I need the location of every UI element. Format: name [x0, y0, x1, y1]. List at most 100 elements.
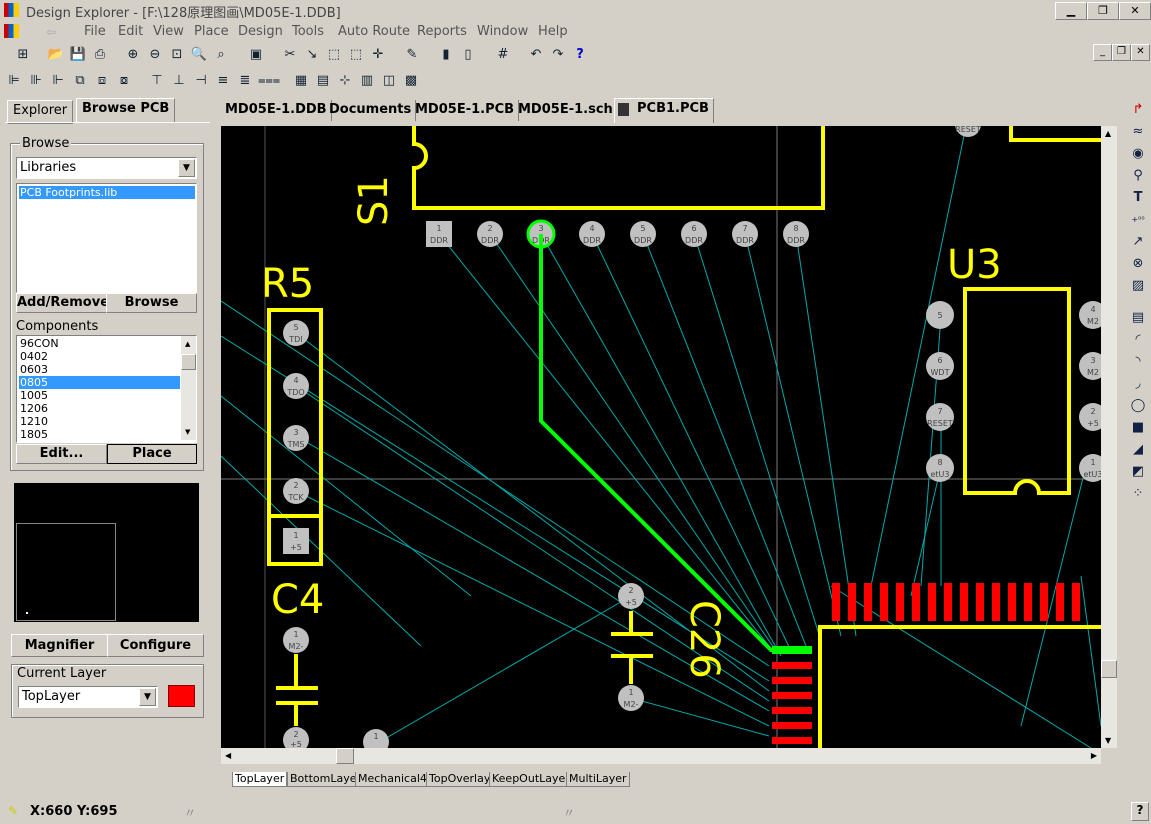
library-icon[interactable]: ▮	[437, 46, 455, 64]
menu-view[interactable]: View	[153, 24, 184, 39]
zoom-fit-icon[interactable]: ⊡	[168, 46, 186, 64]
list-item-selected[interactable]: 0805	[19, 376, 180, 389]
browse-select[interactable]: Libraries ▼	[16, 157, 197, 179]
list-item[interactable]: 0603	[19, 363, 180, 376]
minimize-button[interactable]: ▁	[1055, 2, 1087, 20]
spacing-inc-icon[interactable]: ⧈	[93, 72, 111, 90]
app-icon[interactable]	[4, 3, 19, 17]
origin-icon[interactable]: ⊗	[1129, 255, 1147, 273]
distribute-h-icon[interactable]: ⧉	[71, 72, 89, 90]
scroll-up-icon[interactable]: ▲	[1105, 129, 1111, 138]
library-list[interactable]: PCB Footprints.lib	[16, 183, 197, 293]
component-place-icon[interactable]: ▤	[1129, 309, 1147, 327]
scroll-down-icon[interactable]: ▼	[185, 428, 190, 436]
align-top-icon[interactable]: ⊤	[148, 72, 166, 90]
tab-pcb1[interactable]: PCB1.PCB	[614, 98, 714, 123]
list-item[interactable]: 1005	[19, 389, 180, 402]
wire-icon[interactable]: ≈	[1129, 123, 1147, 141]
tab-md05e-sch[interactable]: MD05E-1.sch	[514, 100, 618, 121]
open-icon[interactable]: 📂	[47, 46, 65, 64]
room-icon[interactable]: ◫	[380, 72, 398, 90]
edit-button[interactable]: Edit...	[16, 444, 107, 464]
polygon-plane-icon[interactable]: ◢	[1129, 441, 1147, 459]
scroll-thumb[interactable]	[181, 354, 196, 370]
help-icon[interactable]: ?	[1131, 802, 1149, 821]
list-item[interactable]: PCB Footprints.lib	[19, 186, 195, 199]
pad-icon[interactable]: ◉	[1129, 145, 1147, 163]
split-plane-icon[interactable]: ◩	[1129, 463, 1147, 481]
menu-help[interactable]: Help	[538, 24, 568, 39]
interactive-route-icon[interactable]: ↱	[1129, 101, 1147, 119]
tab-keepoutlayer[interactable]: KeepOutLayer	[489, 772, 573, 787]
move-to-grid-icon[interactable]: ⊹	[336, 72, 354, 90]
move-icon[interactable]: ✛	[369, 46, 387, 64]
chevron-down-icon[interactable]: ▼	[139, 688, 156, 706]
zoom-area-icon[interactable]: 🔍	[190, 46, 208, 64]
browse-button[interactable]: Browse	[106, 293, 197, 313]
tab-browse-pcb[interactable]: Browse PCB	[76, 98, 176, 123]
via-icon[interactable]: ⚲	[1129, 167, 1147, 185]
select-area-icon[interactable]: ⬚	[325, 46, 343, 64]
tab-toplayer[interactable]: TopLayer	[232, 772, 288, 787]
tab-ddb[interactable]: MD05E-1.DDB	[221, 100, 332, 121]
zoom-in-icon[interactable]: ⊕	[124, 46, 142, 64]
components-list[interactable]: 96CON 0402 0603 0805 1005 1206 1210 1805…	[16, 335, 197, 443]
spacing-dec-icon[interactable]: ⧇	[115, 72, 133, 90]
design-manager-icon[interactable]: ⊞	[14, 46, 32, 64]
clear-icon[interactable]: ✎	[403, 46, 421, 64]
deselect-icon[interactable]: ⬚	[347, 46, 365, 64]
back-arrow-icon[interactable]: ⇦	[46, 25, 68, 39]
coordinate-icon[interactable]: +⁰⁰	[1129, 211, 1147, 229]
tab-documents[interactable]: Documents	[325, 100, 417, 121]
redo-icon[interactable]: ↷	[549, 46, 567, 64]
place-button[interactable]: Place	[107, 444, 197, 464]
align-vcenter-icon[interactable]: ⊥	[170, 72, 188, 90]
scroll-down-icon[interactable]: ▼	[1105, 736, 1111, 745]
arc-edge-icon[interactable]: ◝	[1129, 353, 1147, 371]
tab-multilayer[interactable]: MultiLayer	[566, 772, 630, 787]
zoom-select-icon[interactable]: ⌕	[212, 46, 230, 64]
menu-design[interactable]: Design	[238, 24, 283, 39]
horizontal-scrollbar[interactable]: ◀ ▶	[221, 748, 1101, 764]
menu-tools[interactable]: Tools	[292, 24, 324, 39]
tab-md05e-pcb[interactable]: MD05E-1.PCB	[411, 100, 520, 121]
add-remove-button[interactable]: Add/Remove..	[16, 293, 119, 313]
circle-icon[interactable]: ◯	[1129, 397, 1147, 415]
grid-icon[interactable]: #	[494, 46, 512, 64]
print-icon[interactable]: ⎙	[91, 46, 109, 64]
layer-color-swatch[interactable]	[168, 685, 195, 707]
browse-lib-icon[interactable]: ▯	[459, 46, 477, 64]
paste-icon[interactable]: ↘	[303, 46, 321, 64]
interactive-place-icon[interactable]: ▩	[402, 72, 420, 90]
magnifier-button[interactable]: Magnifier	[11, 634, 108, 657]
align-bottom-icon[interactable]: ⊣	[192, 72, 210, 90]
hscroll-thumb[interactable]	[336, 748, 354, 764]
menu-place[interactable]: Place	[194, 24, 229, 39]
list-item[interactable]: 1210	[19, 415, 180, 428]
string-icon[interactable]: T	[1129, 189, 1147, 207]
undo-icon[interactable]: ↶	[527, 46, 545, 64]
align-left-icon[interactable]: ⊫	[5, 72, 23, 90]
list-item[interactable]: 1206	[19, 402, 180, 415]
scroll-right-icon[interactable]: ▶	[1091, 751, 1097, 760]
zoom-out-icon[interactable]: ⊖	[146, 46, 164, 64]
document-icon[interactable]	[4, 24, 19, 38]
arrange-room-icon[interactable]: ▦	[292, 72, 310, 90]
pcb-drawing[interactable]: S1 1DDR 2DDR 3DDR 4DDR 5DDR 6DDR 7DDR 8D…	[221, 126, 1101, 748]
chevron-down-icon[interactable]: ▼	[178, 159, 195, 177]
dimension-icon[interactable]: ↗	[1129, 233, 1147, 251]
maximize-button[interactable]: ❐	[1087, 2, 1119, 20]
minimap-view[interactable]	[14, 483, 199, 622]
vertical-scrollbar[interactable]: ▲ ▼	[1101, 126, 1117, 748]
save-icon[interactable]: 💾	[69, 46, 87, 64]
arc-any-icon[interactable]: ◞	[1129, 375, 1147, 393]
fill-hatch-icon[interactable]: ▨	[1129, 277, 1147, 295]
menu-auto-route[interactable]: Auto Route	[338, 24, 410, 39]
current-layer-select[interactable]: TopLayer ▼	[18, 686, 158, 708]
scroll-left-icon[interactable]: ◀	[225, 751, 231, 760]
align-hcenter-icon[interactable]: ⊪	[27, 72, 45, 90]
close-button[interactable]: ✕	[1119, 2, 1151, 20]
menu-reports[interactable]: Reports	[417, 24, 467, 39]
component-icon[interactable]: ▥	[358, 72, 376, 90]
menu-file[interactable]: File	[84, 24, 106, 39]
